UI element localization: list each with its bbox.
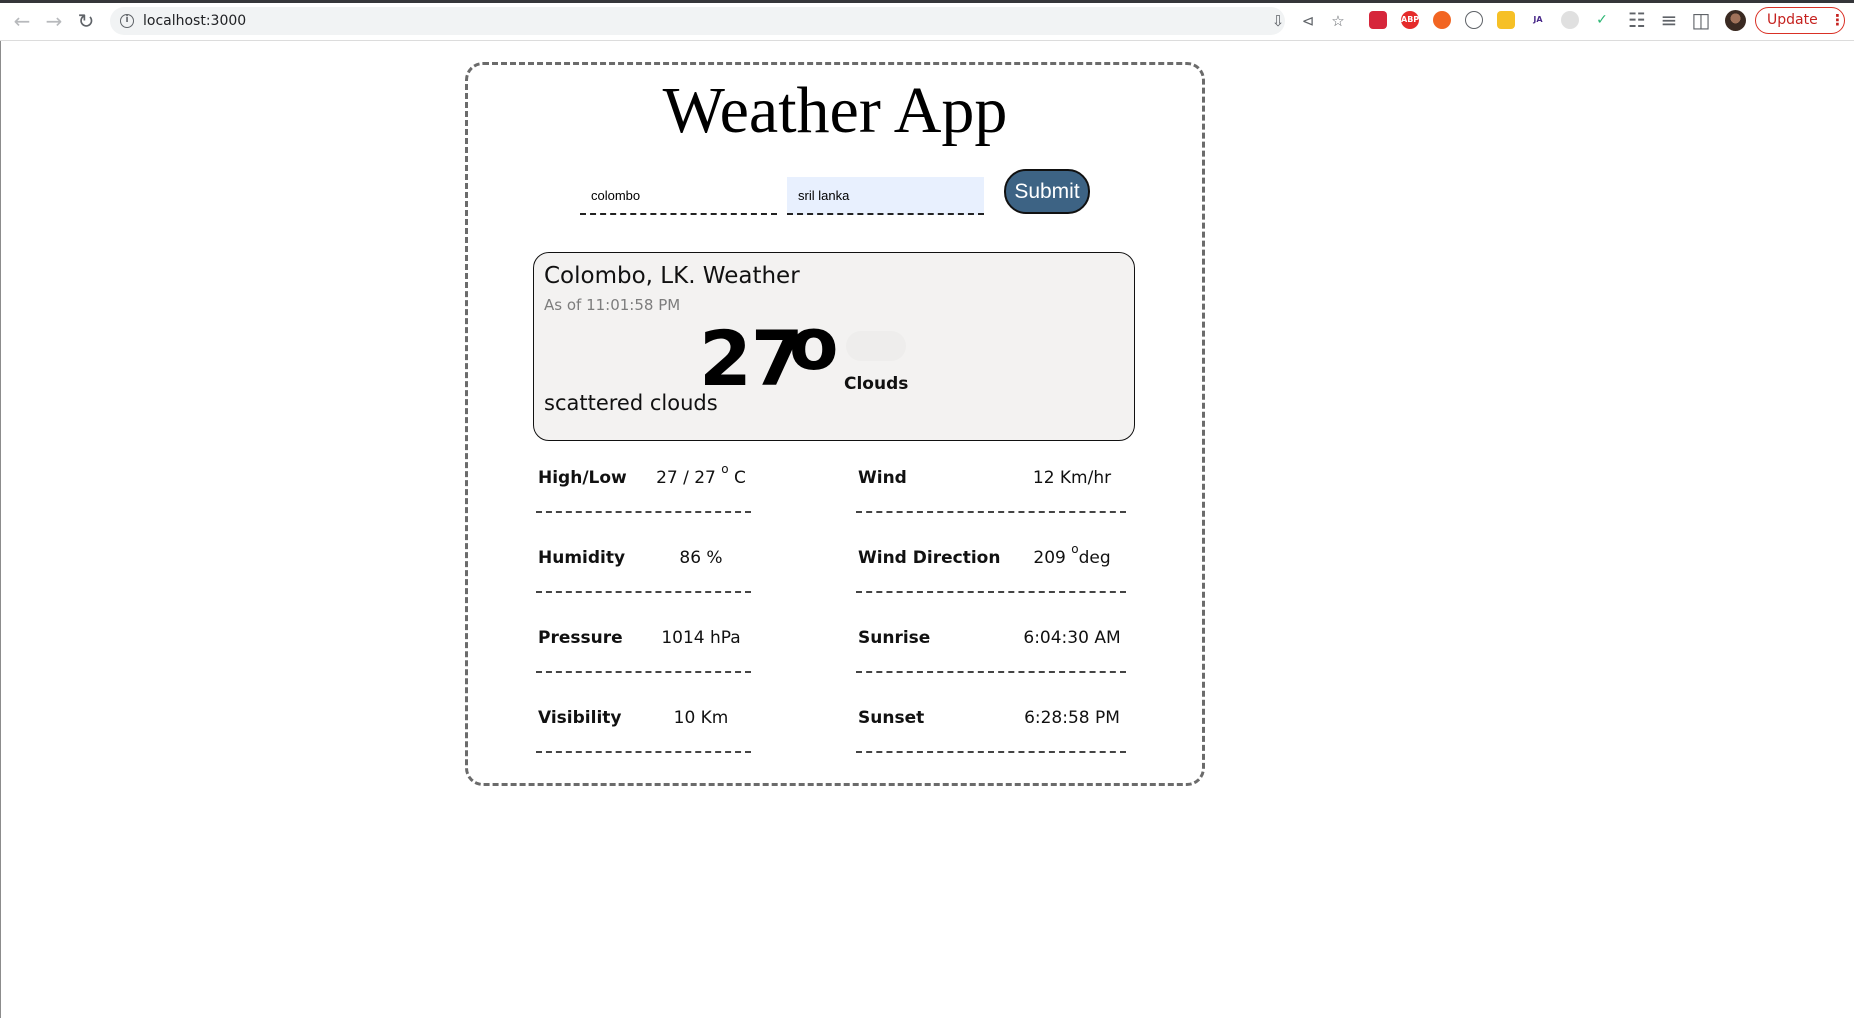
side-panel-icon[interactable]: ◫ xyxy=(1689,9,1713,31)
stat-visibility: Visibility 10 Km xyxy=(536,693,751,753)
stat-humidity: Humidity 86 % xyxy=(536,533,751,593)
updated-time: As of 11:01:58 PM xyxy=(544,296,681,314)
install-icon[interactable]: ⇩ xyxy=(1268,11,1288,31)
weather-conditions: Clouds xyxy=(844,374,909,394)
city-input[interactable] xyxy=(580,177,777,215)
extension-icon[interactable] xyxy=(1433,11,1451,29)
stat-sunset: Sunset 6:28:58 PM xyxy=(856,693,1126,753)
stat-wind: Wind 12 Km/hr xyxy=(856,453,1126,513)
profile-avatar[interactable] xyxy=(1725,10,1746,31)
weather-description: scattered clouds xyxy=(544,391,718,415)
submit-button[interactable]: Submit xyxy=(1004,169,1090,214)
update-button[interactable]: Update ⋮ xyxy=(1755,7,1845,34)
current-weather-card: Colombo, LK. Weather As of 11:01:58 PM 2… xyxy=(533,252,1135,441)
bookmark-star-icon[interactable]: ☆ xyxy=(1328,11,1348,31)
extension-icon[interactable]: JA xyxy=(1529,11,1547,29)
stat-high-low: High/Low 27 / 27 o C xyxy=(536,453,751,513)
extension-icon[interactable] xyxy=(1465,11,1483,29)
stat-pressure: Pressure 1014 hPa xyxy=(536,613,751,673)
address-bar[interactable]: i localhost:3000 ⇩ ⊲ ☆ xyxy=(110,7,1345,35)
menu-kebab-icon[interactable]: ⋮ xyxy=(1830,10,1845,30)
reload-icon[interactable]: ↻ xyxy=(74,10,98,32)
forward-arrow-icon[interactable]: → xyxy=(42,10,66,32)
extension-icon[interactable]: ✓ xyxy=(1593,11,1611,29)
share-icon[interactable]: ⊲ xyxy=(1298,11,1318,31)
stat-wind-direction: Wind Direction 209 odeg xyxy=(856,533,1126,593)
window-edge xyxy=(0,41,1,1018)
extension-icon[interactable] xyxy=(1369,11,1387,29)
browser-toolbar: ← → ↻ i localhost:3000 ⇩ ⊲ ☆ ABP JA ✓ ☷ … xyxy=(0,0,1854,41)
stat-sunrise: Sunrise 6:04:30 AM xyxy=(856,613,1126,673)
adblock-extension-icon[interactable]: ABP xyxy=(1401,11,1419,29)
url-text[interactable]: localhost:3000 xyxy=(143,11,246,31)
page-title: Weather App xyxy=(662,74,1008,147)
info-icon[interactable]: i xyxy=(120,14,134,28)
location-title: Colombo, LK. Weather xyxy=(544,263,800,289)
back-arrow-icon[interactable]: ← xyxy=(10,10,34,32)
degree-symbol: o xyxy=(789,302,839,386)
reading-list-icon[interactable]: ≡ xyxy=(1657,9,1681,31)
extension-icon[interactable] xyxy=(1561,11,1579,29)
country-input[interactable] xyxy=(787,177,984,215)
clouds-weather-icon xyxy=(846,331,906,361)
extensions-puzzle-icon[interactable]: ☷ xyxy=(1625,9,1649,31)
highlighter-extension-icon[interactable] xyxy=(1497,11,1515,29)
weather-app-container: Weather App Submit Colombo, LK. Weather … xyxy=(465,62,1205,786)
